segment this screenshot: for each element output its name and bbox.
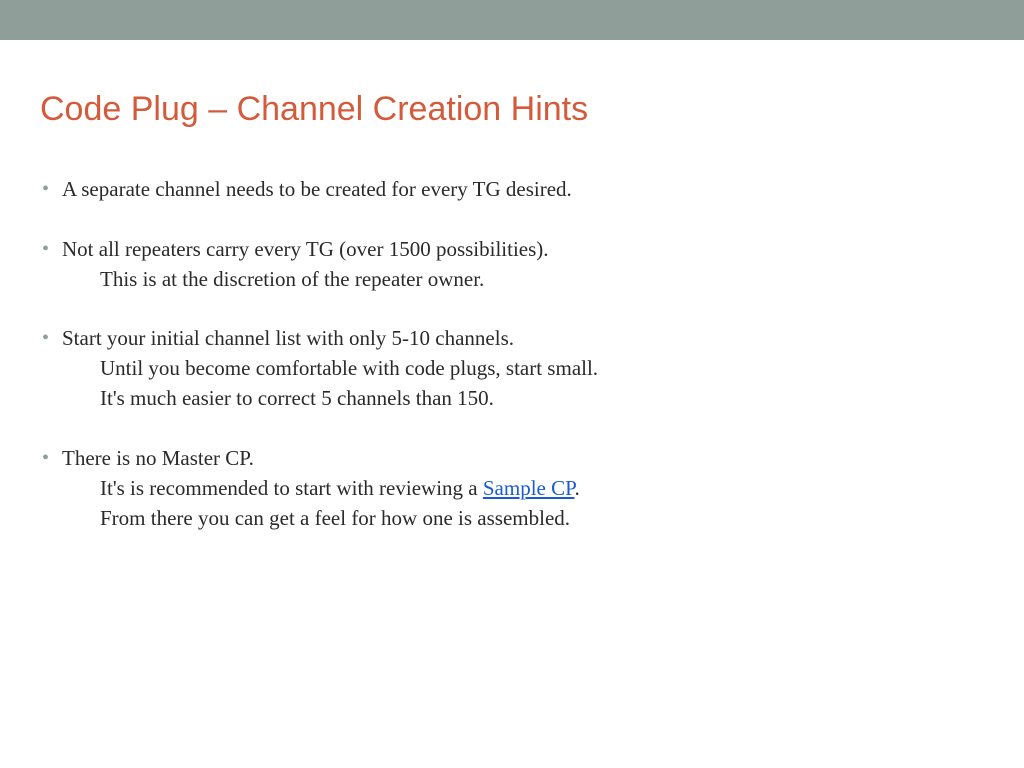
bullet-item: Start your initial channel list with onl…: [40, 324, 984, 413]
text-fragment: It's is recommended to start with review…: [100, 476, 483, 500]
bullet-sub-text: Until you become comfortable with code p…: [62, 354, 984, 384]
bullet-main-text: Start your initial channel list with onl…: [62, 326, 514, 350]
bullet-sub-text: It's much easier to correct 5 channels t…: [62, 384, 984, 414]
sample-cp-link[interactable]: Sample CP: [483, 476, 575, 500]
bullet-item: There is no Master CP. It's is recommend…: [40, 444, 984, 533]
slide-top-bar: [0, 0, 1024, 40]
bullet-sub-text: It's is recommended to start with review…: [62, 474, 984, 504]
text-fragment: .: [574, 476, 579, 500]
bullet-item: Not all repeaters carry every TG (over 1…: [40, 235, 984, 295]
bullet-list: A separate channel needs to be created f…: [40, 175, 984, 533]
bullet-item: A separate channel needs to be created f…: [40, 175, 984, 205]
slide-title: Code Plug – Channel Creation Hints: [40, 90, 984, 129]
bullet-main-text: Not all repeaters carry every TG (over 1…: [62, 237, 549, 261]
bullet-main-text: A separate channel needs to be created f…: [62, 177, 572, 201]
bullet-main-text: There is no Master CP.: [62, 446, 254, 470]
bullet-sub-text: From there you can get a feel for how on…: [62, 504, 984, 534]
bullet-sub-text: This is at the discretion of the repeate…: [62, 265, 984, 295]
slide-content: Code Plug – Channel Creation Hints A sep…: [0, 40, 1024, 533]
